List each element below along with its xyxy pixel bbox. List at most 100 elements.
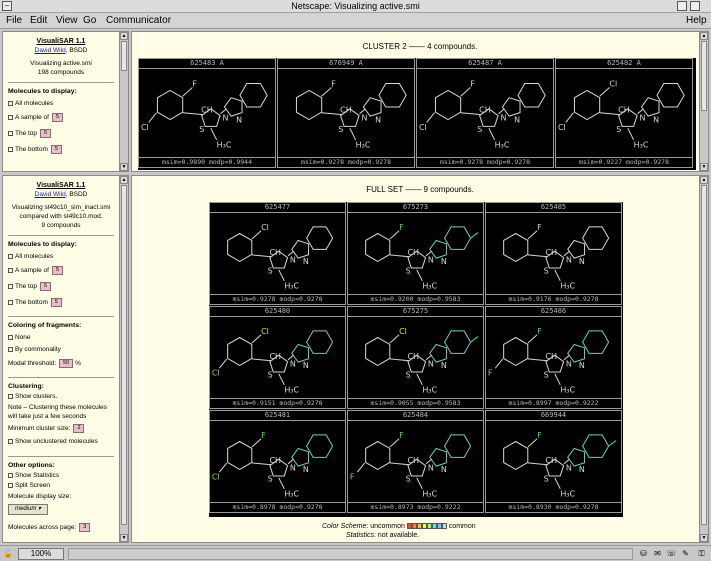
atom-label: S bbox=[477, 125, 482, 134]
compound-id: 625481 bbox=[210, 411, 345, 421]
security-lock-icon[interactable]: 🔓 bbox=[3, 549, 13, 558]
coloring-commonality-radio[interactable] bbox=[8, 347, 13, 352]
scroll-thumb[interactable] bbox=[701, 41, 707, 111]
all-molecules-checkbox[interactable] bbox=[8, 254, 13, 259]
scroll-down-arrow[interactable]: ▼ bbox=[700, 534, 708, 542]
discussion-icon[interactable]: ☏ bbox=[666, 549, 677, 559]
atom-label: N bbox=[640, 113, 646, 122]
bottom-checkbox[interactable] bbox=[8, 300, 13, 305]
bottom-sidebar-scrollbar[interactable]: ▲ ▼ bbox=[119, 176, 128, 542]
composer-icon[interactable]: ✎ bbox=[680, 549, 691, 559]
menu-communicator[interactable]: Communicator bbox=[106, 15, 171, 26]
show-clusters-checkbox[interactable] bbox=[8, 394, 13, 399]
atom-label: Cl bbox=[261, 223, 269, 232]
sample-count-input[interactable]: 5 bbox=[51, 266, 63, 275]
molecule-cell[interactable]: 625483 A F Cl CH S N N H₃C msim=0.9890 modp=0.99… bbox=[138, 58, 276, 168]
molecule-cell[interactable]: 625487 A F Cl CH S N N H₃C msim=0.9278 modp=0.92… bbox=[416, 58, 554, 168]
molecule-cell[interactable]: 625482 A Cl Cl CH S N N H₃C msim=0.9227 modp=0.9… bbox=[555, 58, 693, 168]
top-sidebar-scrollbar[interactable]: ▲ ▼ bbox=[119, 32, 128, 171]
molecule-cell[interactable]: 625486 F F CH S N N H₃C msim=0.8997 modp=0.9222 bbox=[485, 306, 622, 409]
molecule-cell[interactable]: 625485 F CH S N N H₃C msim=0.9176 modp=0.9278 bbox=[485, 202, 622, 305]
molecule-cell[interactable]: 625480 Cl Cl CH S N N H₃C msim=0.9151 modp=0.927… bbox=[209, 306, 346, 409]
minimize-button[interactable] bbox=[677, 1, 687, 11]
bond bbox=[527, 462, 548, 466]
bond bbox=[470, 336, 479, 343]
atom-label: Cl bbox=[399, 327, 407, 336]
bond bbox=[488, 128, 496, 141]
bond bbox=[416, 477, 423, 490]
bottom-checkbox[interactable] bbox=[8, 147, 13, 152]
coloring-none-radio[interactable] bbox=[8, 335, 13, 340]
network-icon[interactable]: ⛁ bbox=[638, 549, 649, 559]
top-count-input[interactable]: 5 bbox=[40, 282, 52, 291]
molecule-cell[interactable]: 625481 F Cl CH S N N H₃C msim=0.8978 modp=0.9278 bbox=[209, 410, 346, 513]
scroll-up-arrow[interactable]: ▲ bbox=[700, 32, 708, 40]
author-link[interactable]: David Wild bbox=[35, 191, 66, 198]
bond bbox=[608, 440, 617, 447]
mail-icon[interactable]: ✉ bbox=[652, 549, 663, 559]
maximize-button[interactable] bbox=[690, 1, 700, 11]
scroll-thumb[interactable] bbox=[701, 185, 707, 525]
all-molecules-label: All molecules bbox=[15, 253, 54, 260]
scroll-thumb[interactable] bbox=[121, 185, 127, 525]
cluster-scrollbar[interactable]: ▲ ▼ bbox=[699, 32, 708, 171]
statistics-text: not available. bbox=[377, 532, 420, 539]
bond bbox=[565, 112, 574, 123]
atom-label: N bbox=[223, 113, 229, 122]
menu-edit[interactable]: Edit bbox=[30, 15, 47, 26]
all-molecules-checkbox[interactable] bbox=[8, 101, 13, 106]
across-page-input[interactable]: 3 bbox=[79, 523, 91, 532]
top-checkbox[interactable] bbox=[8, 131, 13, 136]
coloring-none-label: None bbox=[15, 334, 31, 341]
bottom-count-input[interactable]: 5 bbox=[50, 145, 62, 154]
min-cluster-input[interactable]: 2 bbox=[73, 424, 85, 433]
atom-label: S bbox=[406, 474, 411, 483]
scroll-thumb[interactable] bbox=[121, 41, 127, 71]
compound-id: 625482 A bbox=[556, 59, 692, 69]
atom-label: F bbox=[331, 80, 336, 89]
menu-file[interactable]: File bbox=[6, 15, 22, 26]
scroll-up-arrow[interactable]: ▲ bbox=[700, 176, 708, 184]
fullset-scrollbar[interactable]: ▲ ▼ bbox=[699, 176, 708, 542]
molecule-cell[interactable]: 675275 Cl CH S N N H₃C msim=0.9055 modp=0.9583 bbox=[347, 306, 484, 409]
sample-checkbox[interactable] bbox=[8, 268, 13, 273]
scroll-down-arrow[interactable]: ▼ bbox=[120, 163, 128, 171]
comparison-caption: compared with st49c10.mod. bbox=[19, 213, 103, 220]
bond bbox=[554, 477, 561, 490]
similarity-scores: msim=0.8997 modp=0.9222 bbox=[486, 398, 621, 408]
atom-label: CH bbox=[269, 248, 281, 257]
show-statistics-checkbox[interactable] bbox=[8, 473, 13, 478]
molecule-cell[interactable]: 625477 Cl CH S N N H₃C msim=0.9278 modp=0.9278 bbox=[209, 202, 346, 305]
top-checkbox[interactable] bbox=[8, 284, 13, 289]
fullset-frame: FULL SET —— 9 compounds. 625477 Cl CH S N N H₃… bbox=[131, 175, 709, 543]
show-unclustered-checkbox[interactable] bbox=[8, 439, 13, 444]
statistics-prefix: Statistics bbox=[346, 532, 375, 539]
molecule-cell[interactable]: 669944 F CH S N N H₃C msim=0.8930 modp=0.9278 bbox=[485, 410, 622, 513]
atom-label: N bbox=[290, 359, 296, 368]
molecule-cell[interactable]: 675273 F CH S N N H₃C msim=0.9200 modp=0.9583 bbox=[347, 202, 484, 305]
molecule-cell[interactable]: 676949 A F CH S N N H₃C msim=0.9278 modp=0.9278 bbox=[277, 58, 415, 168]
molecule-cell[interactable]: 625484 F F CH S N N H₃C msim=0.8973 modp=0.9222 bbox=[347, 410, 484, 513]
scroll-down-arrow[interactable]: ▼ bbox=[120, 534, 128, 542]
compound-id: 625483 A bbox=[139, 59, 275, 69]
display-size-dropdown[interactable]: medium ▾ bbox=[8, 504, 49, 515]
bottom-count-input[interactable]: 5 bbox=[50, 298, 62, 307]
split-screen-checkbox[interactable] bbox=[8, 483, 13, 488]
phenyl-ring bbox=[365, 336, 391, 366]
atom-label: N bbox=[428, 463, 434, 472]
author-link[interactable]: David Wild bbox=[35, 47, 66, 54]
lock-icon[interactable]: ⚿ bbox=[696, 549, 707, 559]
similarity-scores: msim=0.8930 modp=0.9278 bbox=[486, 502, 621, 512]
scroll-up-arrow[interactable]: ▲ bbox=[120, 32, 128, 40]
menu-help[interactable]: Help bbox=[686, 15, 707, 26]
menu-view[interactable]: View bbox=[56, 15, 78, 26]
modal-threshold-input[interactable]: 50 bbox=[59, 359, 74, 368]
scroll-down-arrow[interactable]: ▼ bbox=[700, 163, 708, 171]
sample-checkbox[interactable] bbox=[8, 115, 13, 120]
menu-go[interactable]: Go bbox=[83, 15, 96, 26]
top-count-input[interactable]: 5 bbox=[40, 129, 52, 138]
scroll-up-arrow[interactable]: ▲ bbox=[120, 176, 128, 184]
bond bbox=[321, 112, 343, 116]
sample-count-input[interactable]: 5 bbox=[51, 113, 63, 122]
app-title: VisualiSAR 1.1 bbox=[36, 182, 86, 189]
